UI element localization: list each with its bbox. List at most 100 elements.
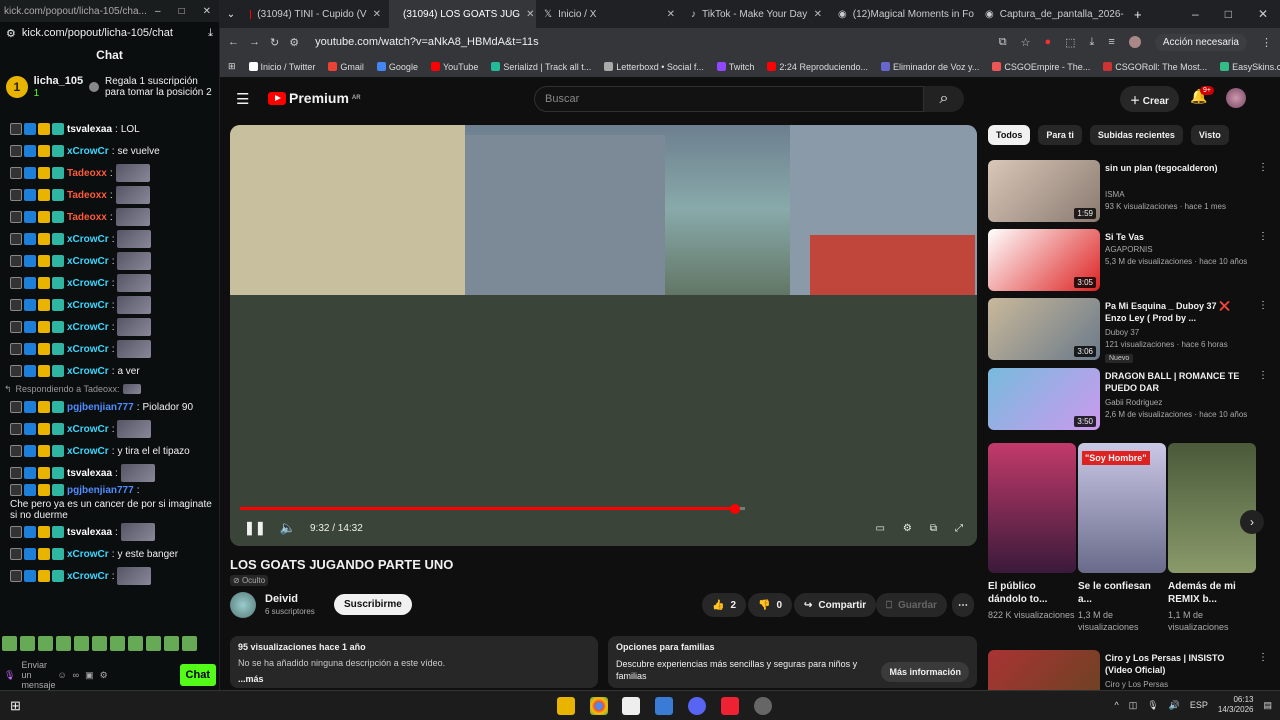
reload-icon[interactable]: ↻: [270, 36, 279, 49]
install-icon[interactable]: ⧉: [999, 36, 1007, 49]
volume-icon[interactable]: 🔊: [1169, 700, 1180, 711]
chat-message[interactable]: tsvalexaa: LOL: [0, 118, 220, 140]
save-button[interactable]: ⎕ Guardar: [876, 593, 947, 617]
filter-chip[interactable]: Para ti: [1038, 125, 1082, 145]
recommended-video[interactable]: 3:06 Pa Mi Esquina _ Duboy 37 ❌ Enzo Ley …: [988, 298, 1268, 363]
chat-message[interactable]: pgjbenjian777: Piolador 90: [0, 396, 220, 418]
new-tab-button[interactable]: +: [1124, 7, 1152, 22]
youtube-logo[interactable]: Premium AR: [268, 90, 361, 106]
bookmark-star-icon[interactable]: ☆: [1021, 36, 1031, 49]
bookmark-item[interactable]: CSGORoll: The Most...: [1103, 62, 1207, 72]
like-button[interactable]: 👍 2: [702, 593, 747, 617]
recommended-video[interactable]: 1:59 sin un plan (tegocalderon) ISMA 93 K v…: [988, 160, 1268, 222]
chat-message[interactable]: xCrowCr:: [0, 316, 220, 338]
rec-title[interactable]: Pa Mi Esquina _ Duboy 37 ❌ Enzo Ley ( Pr…: [1105, 300, 1245, 324]
emote-icon[interactable]: [182, 636, 197, 651]
chat-username[interactable]: Tadeoxx: [67, 190, 107, 201]
short-card[interactable]: "Soy Hombre" Se le confiesan a... 1,3 M de…: [1078, 443, 1166, 633]
bookmark-item[interactable]: Inicio / Twitter: [248, 62, 315, 72]
clock[interactable]: 06:13 14/3/2026: [1218, 695, 1254, 715]
short-title[interactable]: Además de mi REMIX b...: [1168, 580, 1256, 606]
recommended-video[interactable]: 3:05 Si Te Vas AGAPORNIS 5,3 M de visualiza…: [988, 229, 1268, 291]
chat-username[interactable]: pgjbenjian777: [67, 402, 134, 413]
bookmark-item[interactable]: EasySkins.com: [1220, 62, 1280, 72]
video-thumbnail[interactable]: 3:06: [988, 298, 1100, 360]
subtitles-icon[interactable]: ▭: [875, 523, 884, 534]
browser-tab[interactable]: (31094) TINI - Cupido (V ✕: [242, 0, 389, 28]
kick-url[interactable]: kick.com/popout/licha-105/chat: [22, 27, 173, 39]
discord-icon[interactable]: [688, 697, 706, 715]
menu-icon[interactable]: ⋮: [1261, 36, 1272, 49]
more-icon[interactable]: ⋮: [1258, 162, 1268, 173]
chat-username[interactable]: xCrowCr: [67, 256, 109, 267]
share-button[interactable]: ↪ Compartir: [794, 593, 877, 617]
chat-username[interactable]: xCrowCr: [67, 571, 109, 582]
hamburger-icon[interactable]: ☰: [236, 90, 249, 108]
rec-title[interactable]: DRAGON BALL | ROMANCE TE PUEDO DAR: [1105, 370, 1245, 394]
notifications-icon[interactable]: ▤: [1263, 700, 1272, 711]
volume-icon[interactable]: 🔈: [280, 520, 296, 536]
emote-icon[interactable]: [20, 636, 35, 651]
settings-icon[interactable]: ⚙: [903, 523, 912, 534]
mic-icon[interactable]: 🎙: [4, 670, 15, 681]
notepad-icon[interactable]: [622, 697, 640, 715]
infinity-icon[interactable]: ∞: [73, 670, 79, 680]
download-icon[interactable]: ⤓: [208, 27, 213, 40]
chat-username[interactable]: xCrowCr: [67, 234, 109, 245]
emote-icon[interactable]: [92, 636, 107, 651]
dislike-button[interactable]: 👎 0: [748, 593, 793, 617]
chat-username[interactable]: xCrowCr: [67, 446, 109, 457]
emote-icon[interactable]: [2, 636, 17, 651]
description-box[interactable]: 95 visualizaciones hace 1 año No se ha a…: [230, 636, 598, 688]
bookmark-item[interactable]: Twitch: [716, 62, 754, 72]
filter-chip[interactable]: Visto: [1190, 125, 1229, 145]
close-tab-icon[interactable]: ✕: [373, 9, 381, 20]
rec-channel[interactable]: Gabii Rodriguez: [1105, 398, 1162, 407]
url-field[interactable]: youtube.com/watch?v=aNkA8_HBMdA&t=11s: [315, 36, 539, 48]
channel-avatar[interactable]: [230, 592, 256, 618]
rec-channel[interactable]: Ciro y Los Persas: [1105, 680, 1168, 689]
bookmark-item[interactable]: Serializd | Track all t...: [491, 62, 591, 72]
apps-icon[interactable]: ⊞: [228, 61, 236, 72]
chat-message[interactable]: tsvalexaa:: [0, 521, 220, 543]
shorts-next-icon[interactable]: ›: [1240, 510, 1264, 534]
rec-channel[interactable]: Duboy 37: [1105, 328, 1139, 337]
chat-username[interactable]: tsvalexaa: [67, 468, 112, 479]
chat-username[interactable]: xCrowCr: [67, 278, 109, 289]
subscribe-button[interactable]: Suscribirme: [334, 594, 412, 615]
bookmark-item[interactable]: Google: [376, 62, 418, 72]
chat-username[interactable]: pgjbenjian777: [67, 485, 134, 496]
rec-title[interactable]: Ciro y Los Persas | INSISTO (Video Ofici…: [1105, 652, 1245, 676]
emote-bar[interactable]: [0, 636, 220, 656]
chat-username[interactable]: tsvalexaa: [67, 124, 112, 135]
gear-icon[interactable]: ⚙: [100, 670, 108, 681]
browser-tab[interactable]: 𝕏 Inicio / X ✕: [536, 0, 683, 28]
more-icon[interactable]: ⋮: [1258, 300, 1268, 311]
extension-icon[interactable]: ●: [1044, 36, 1051, 48]
chat-username[interactable]: xCrowCr: [67, 424, 109, 435]
short-title[interactable]: Se le confiesan a...: [1078, 580, 1166, 606]
chat-message[interactable]: xCrowCr: y este banger: [0, 543, 220, 565]
chat-username[interactable]: xCrowCr: [67, 300, 109, 311]
chevron-up-icon[interactable]: ^: [1114, 700, 1118, 710]
network-icon[interactable]: ◫: [1129, 700, 1138, 711]
chat-message[interactable]: xCrowCr:: [0, 228, 220, 250]
filter-chip[interactable]: Todos: [988, 125, 1031, 145]
show-more-link[interactable]: ...más: [238, 674, 590, 684]
browser-tab[interactable]: (31094) LOS GOATS JUG ✕: [389, 0, 536, 28]
more-icon[interactable]: ⋮: [1258, 370, 1268, 381]
browser-tab[interactable]: ◉(12)Magical Moments in Fo✕: [830, 0, 977, 28]
chat-message[interactable]: xCrowCr: a ver: [0, 360, 220, 382]
search-input[interactable]: Buscar: [534, 86, 924, 112]
maximize-icon[interactable]: □: [179, 6, 185, 17]
chat-message[interactable]: xCrowCr: y tira el el tipazo: [0, 440, 220, 462]
miniplayer-icon[interactable]: ⧉: [930, 523, 937, 534]
chat-username[interactable]: xCrowCr: [67, 366, 109, 377]
video-thumbnail[interactable]: 3:50: [988, 368, 1100, 430]
more-actions-button[interactable]: ⋯: [952, 593, 974, 617]
chat-message[interactable]: xCrowCr:: [0, 272, 220, 294]
emote-icon[interactable]: [38, 636, 53, 651]
chrome-icon[interactable]: [590, 697, 608, 715]
close-tab-icon[interactable]: ✕: [667, 9, 675, 20]
close-icon[interactable]: ✕: [1258, 7, 1268, 21]
